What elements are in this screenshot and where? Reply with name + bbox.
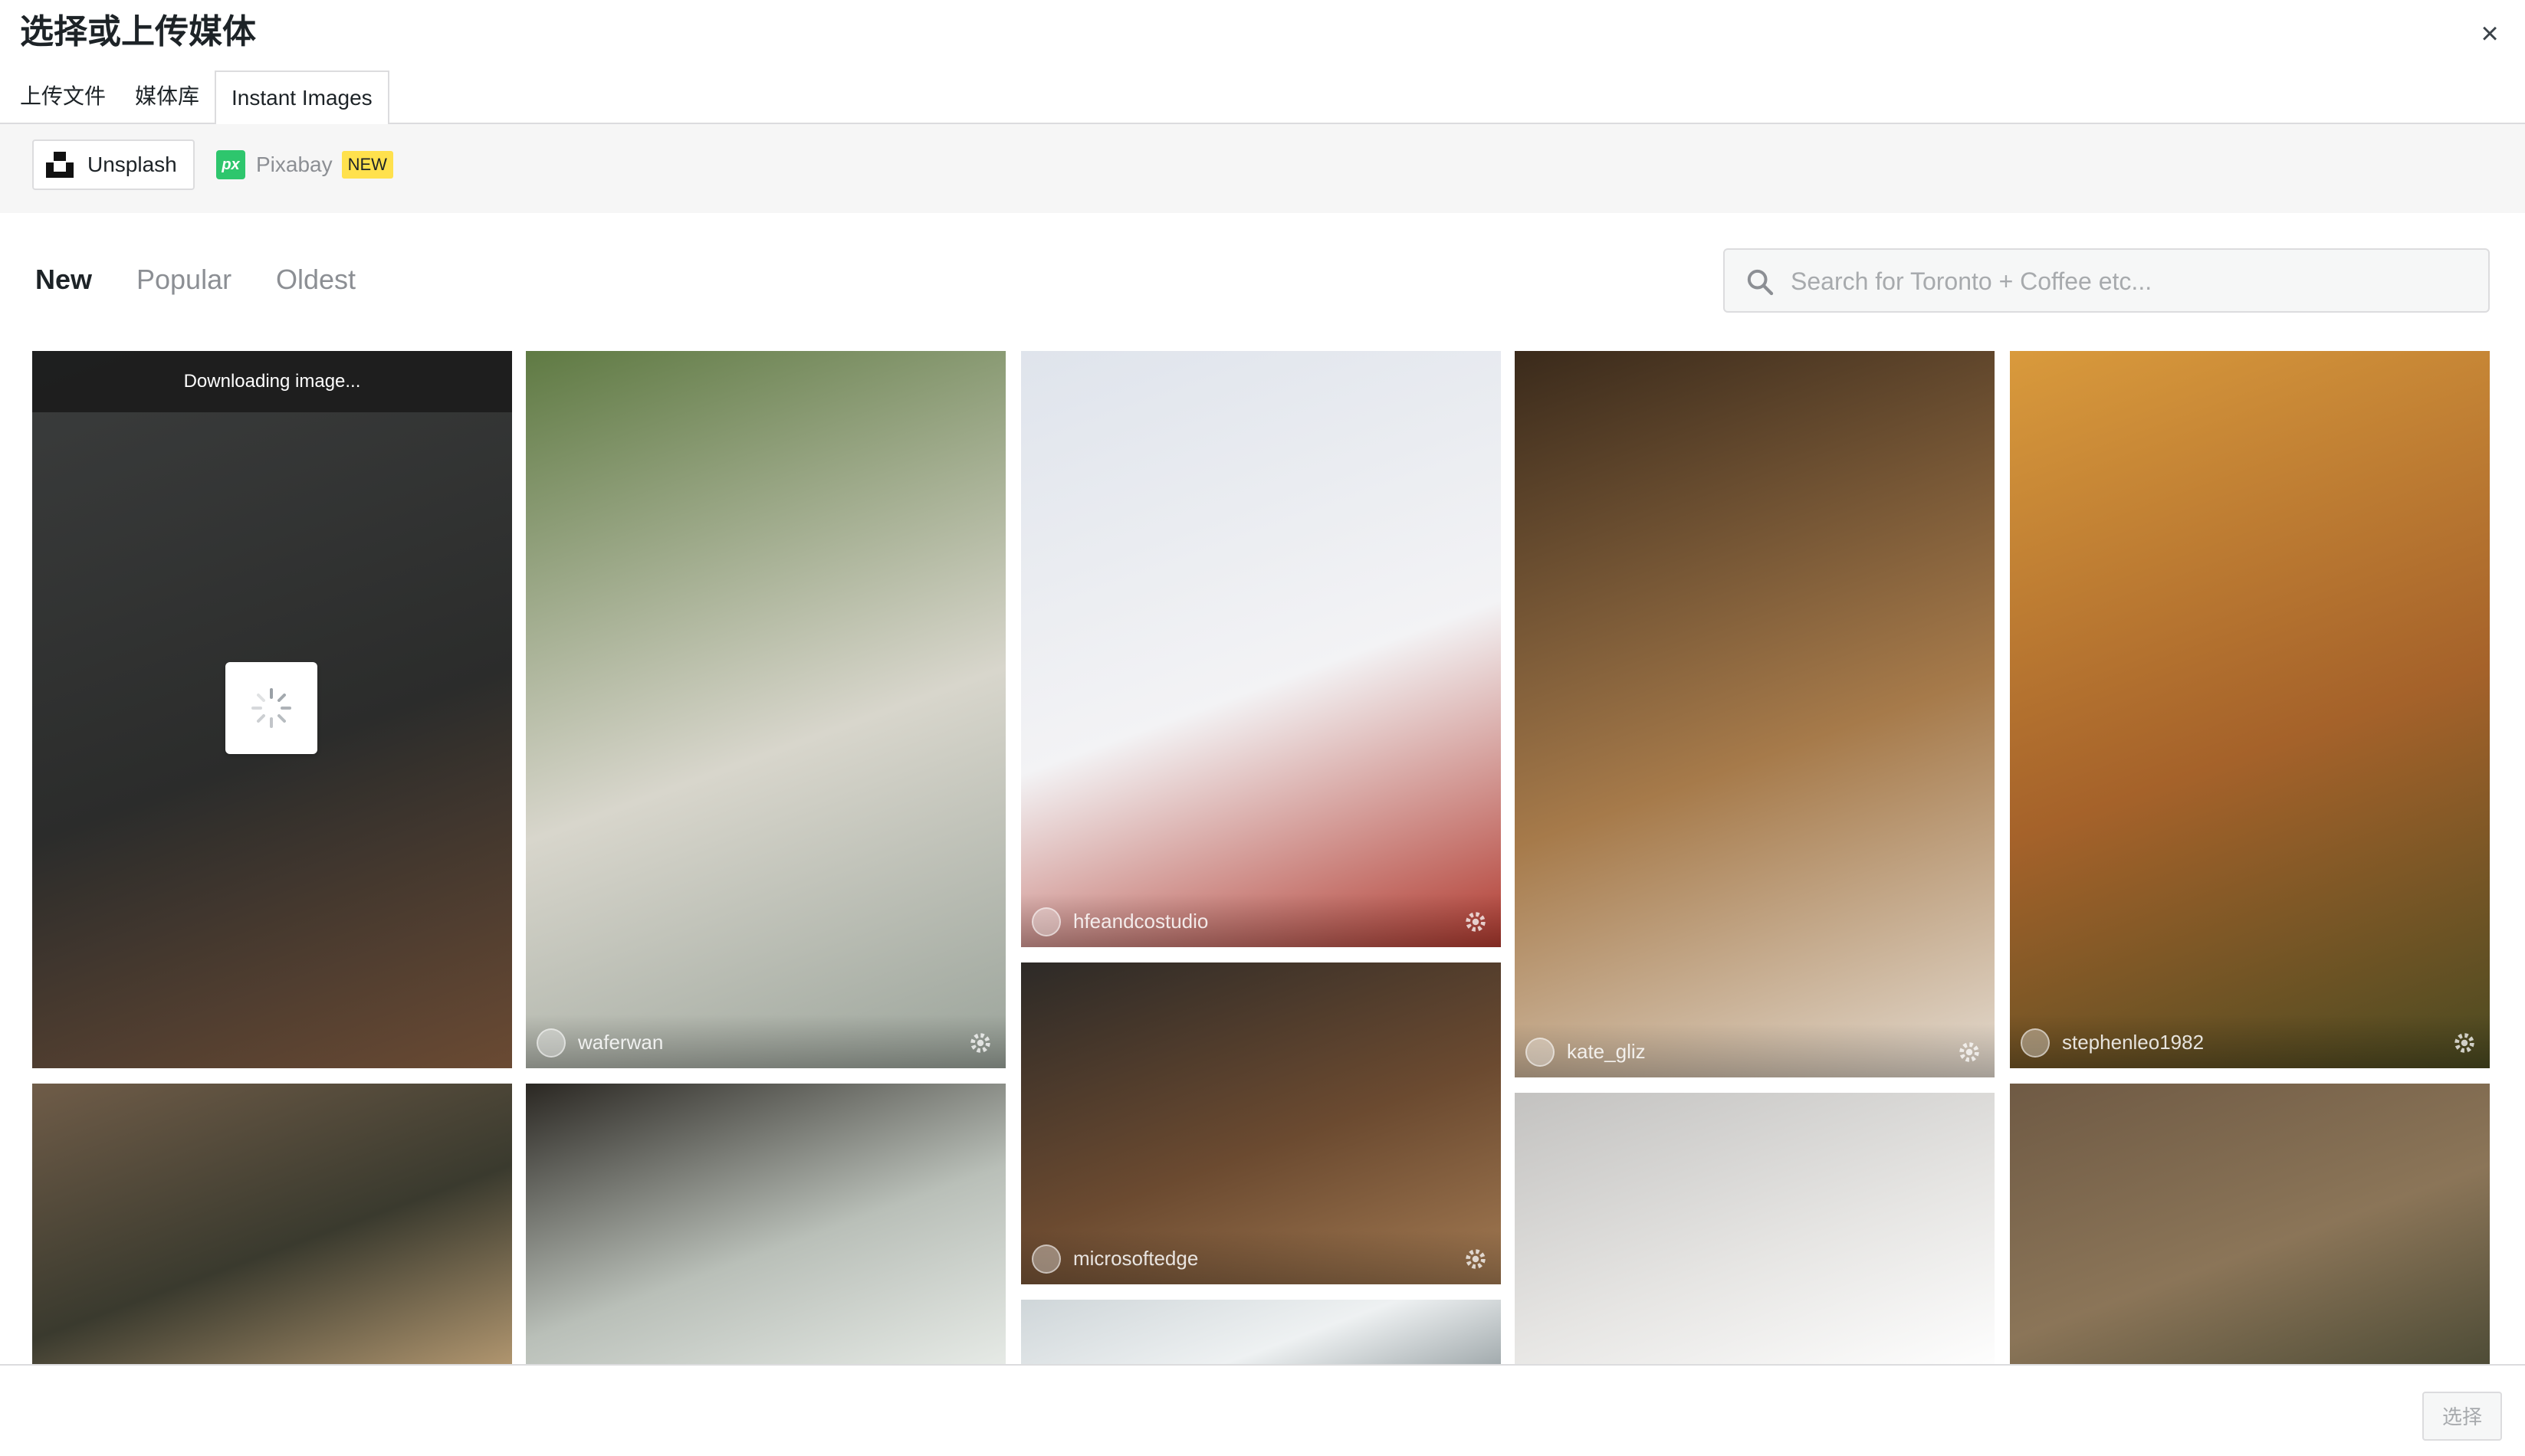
spinner-icon [251,688,291,728]
photo-meta: stephenleo1982 [2010,1015,2490,1068]
photo-item[interactable]: stephenleo1982 [2010,351,2490,1068]
photo-item[interactable] [1515,1093,1995,1364]
avatar[interactable] [1032,1244,1061,1274]
avatar[interactable] [537,1028,566,1058]
avatar[interactable] [2021,1028,2050,1058]
photo-item[interactable] [1021,1300,1501,1364]
photo-item[interactable] [32,1084,512,1364]
photo-grid: Downloading image... waferwan hfeandcost… [0,0,2525,1364]
photo-meta: microsoftedge [1021,1231,1501,1284]
photo-item[interactable]: hfeandcostudio [1021,351,1501,947]
download-status: Downloading image... [32,351,512,412]
photo-username[interactable]: hfeandcostudio [1073,910,1208,933]
photo-item[interactable] [526,1084,1006,1364]
loading-spinner [225,662,317,754]
photo-meta: kate_gliz [1515,1024,1995,1077]
avatar[interactable] [1525,1038,1555,1067]
photo-item[interactable]: Downloading image... [32,351,512,1068]
gear-icon[interactable] [1956,1039,1982,1065]
gear-icon[interactable] [1463,909,1489,935]
photo-item[interactable]: waferwan [526,351,1006,1068]
photo-item[interactable] [2010,1084,2490,1364]
photo-username[interactable]: stephenleo1982 [2062,1031,2204,1054]
photo-item[interactable]: microsoftedge [1021,962,1501,1284]
photo-item[interactable]: kate_gliz [1515,351,1995,1077]
modal-footer: 选择 [0,1364,2525,1456]
gear-icon[interactable] [967,1030,993,1056]
photo-meta: waferwan [526,1015,1006,1068]
select-button[interactable]: 选择 [2422,1392,2502,1441]
gear-icon[interactable] [2451,1030,2477,1056]
photo-username[interactable]: waferwan [578,1031,663,1054]
photo-username[interactable]: microsoftedge [1073,1247,1198,1271]
avatar[interactable] [1032,907,1061,936]
photo-meta: hfeandcostudio [1021,894,1501,947]
photo-username[interactable]: kate_gliz [1567,1040,1646,1064]
gear-icon[interactable] [1463,1246,1489,1272]
